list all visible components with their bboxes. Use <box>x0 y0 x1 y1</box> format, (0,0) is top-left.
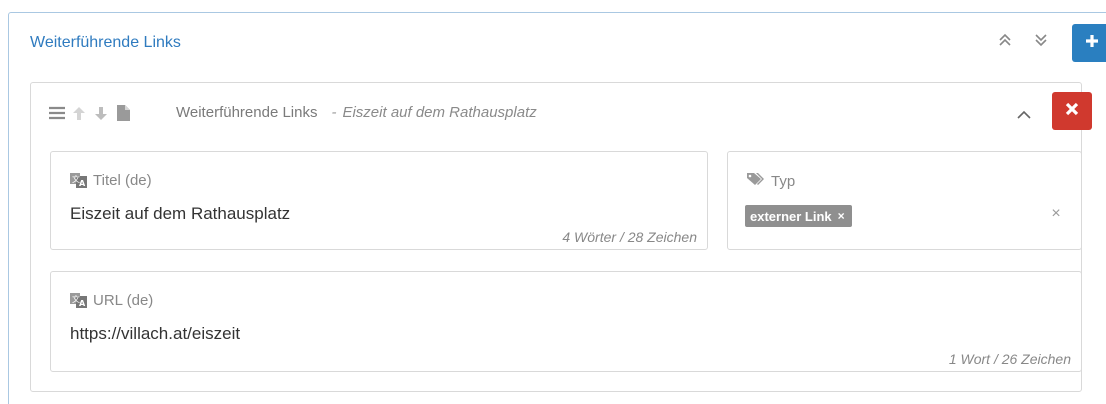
entry-toolbar <box>46 103 134 123</box>
url-field-label: URL (de) <box>93 292 154 309</box>
close-icon <box>1065 102 1079 121</box>
url-field-value[interactable]: https://villach.at/eiszeit <box>70 324 240 344</box>
links-section: Weiterführende Links Weiterführende Link… <box>8 12 1106 404</box>
collapse-entry-button[interactable] <box>1011 103 1037 129</box>
entry-separator: - <box>331 104 337 121</box>
title-field-label: Titel (de) <box>93 172 152 189</box>
double-chevron-down-icon <box>1033 32 1049 53</box>
chevron-up-icon <box>1017 107 1031 125</box>
title-field-value[interactable]: Eiszeit auf dem Rathausplatz <box>70 204 290 224</box>
entry-subtitle: Eiszeit auf dem Rathausplatz <box>342 104 537 121</box>
type-field-label-row: Typ <box>747 172 795 190</box>
clear-type-button[interactable]: × <box>1048 204 1064 224</box>
svg-text:A: A <box>79 299 86 308</box>
document-icon <box>112 103 134 123</box>
translate-icon: 文A <box>70 293 87 308</box>
link-entry: Weiterführende Links - Eiszeit auf dem Rat… <box>30 82 1092 392</box>
tags-icon <box>747 172 765 190</box>
entry-heading: Weiterführende Links - Eiszeit auf dem Rat… <box>176 104 537 121</box>
translate-icon: 文A <box>70 173 87 188</box>
type-tag: externer Link × <box>745 205 852 227</box>
title-field-label-row: 文A Titel (de) <box>70 172 152 189</box>
move-up-icon[interactable] <box>68 103 90 123</box>
collapse-all-button[interactable] <box>992 29 1018 55</box>
url-word-count: 1 Wort / 26 Zeichen <box>948 351 1071 367</box>
entry-type-label: Weiterführende Links <box>176 104 318 121</box>
title-field[interactable]: 文A Titel (de) Eiszeit auf dem Rathauspla… <box>50 151 708 250</box>
expand-all-button[interactable] <box>1028 29 1054 55</box>
add-entry-button[interactable] <box>1072 24 1106 62</box>
url-field-label-row: 文A URL (de) <box>70 292 153 309</box>
remove-entry-button[interactable] <box>1052 92 1092 130</box>
type-field[interactable]: Typ externer Link × × <box>727 151 1082 250</box>
type-tag-label: externer Link <box>750 208 832 224</box>
plus-icon <box>1084 33 1100 54</box>
title-word-count: 4 Wörter / 28 Zeichen <box>562 229 697 245</box>
section-title: Weiterführende Links <box>30 34 181 51</box>
url-field[interactable]: 文A URL (de) https://villach.at/eiszeit 1… <box>50 271 1082 372</box>
double-chevron-up-icon <box>997 32 1013 53</box>
move-down-icon[interactable] <box>90 103 112 123</box>
svg-text:A: A <box>79 179 86 188</box>
type-field-label: Typ <box>771 172 796 190</box>
tag-remove-button[interactable]: × <box>838 209 845 223</box>
drag-handle-icon[interactable] <box>46 103 68 123</box>
